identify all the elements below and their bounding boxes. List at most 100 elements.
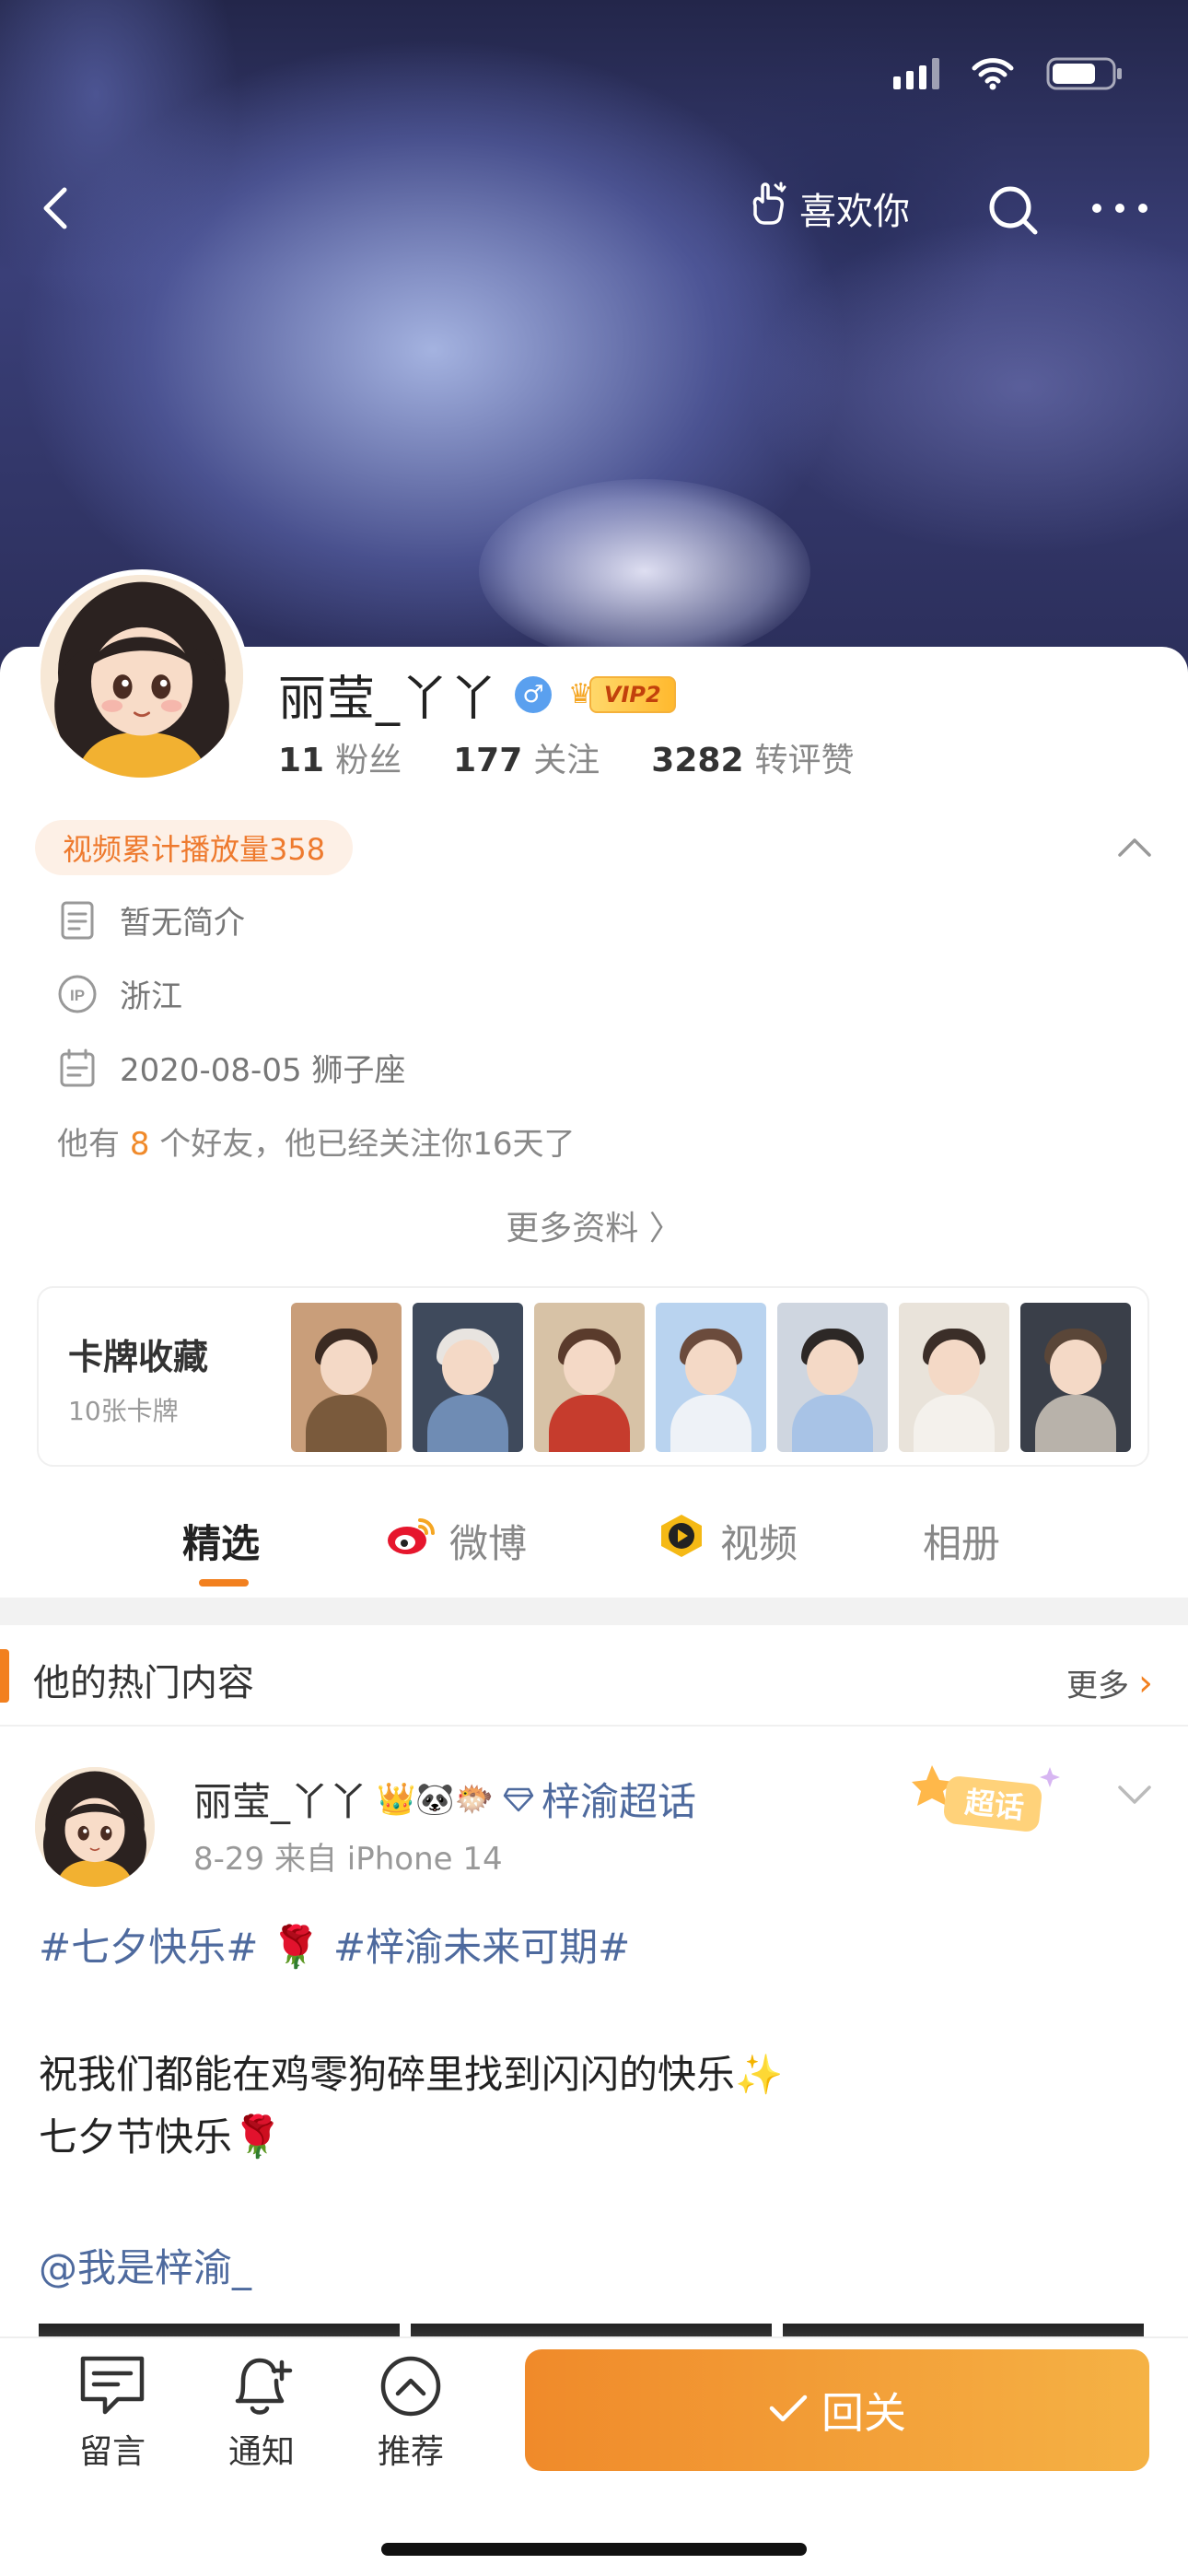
thumb-body [306,1395,387,1452]
hot-content-more-link[interactable]: 更多 › [1066,1660,1153,1705]
thumb-face [685,1340,737,1395]
super-topic-link[interactable]: 梓渝超话 [503,1771,696,1827]
post-author-name[interactable]: 丽莹_丫丫 [193,1771,367,1827]
stat-interactions[interactable]: 3282 转评赞 [651,733,854,781]
thumb-body [1035,1395,1116,1452]
follow-back-label: 回关 [821,2388,906,2438]
top-nav-bar: 喜欢你 [0,175,1188,241]
video-play-count-badge[interactable]: 视频累计播放量358 [35,820,354,875]
ip-icon: IP [57,974,98,1014]
bottom-toolbar: 留言 通知 推荐 回关 [0,2336,1188,2576]
stat-label: 粉丝 [335,742,402,779]
vip-badge[interactable]: ♛ VIP2 [568,675,676,713]
more-icon[interactable] [1092,188,1147,228]
hot-content-title: 他的热门内容 [33,1662,254,1704]
section-accent-bar [0,1649,9,1703]
banner-sheen [479,479,810,663]
search-icon[interactable] [985,182,1041,238]
document-icon [57,900,98,941]
birthday-row: 2020-08-05 狮子座 [57,1045,405,1090]
wifi-icon [971,57,1015,90]
battery-icon [1046,55,1124,92]
stat-followers[interactable]: 11 粉丝 [278,733,402,781]
notify-button[interactable]: 通知 [206,2353,317,2473]
tab-weibo[interactable]: 微博 [385,1504,527,1577]
friends-count: 8 [129,1126,150,1163]
hashtag-link[interactable]: #七夕快乐# [39,1925,258,1970]
more-info-link[interactable]: 更多资料 〉 [0,1201,1188,1249]
card-thumbnail[interactable] [534,1303,645,1452]
status-bar [893,55,1124,92]
thumb-body [914,1395,995,1452]
signal-icon [893,58,939,89]
notify-label: 通知 [227,2433,295,2471]
post-line-2-text: 七夕节快乐 [39,2114,233,2160]
like-you-label: 喜欢你 [799,191,910,233]
thumb-face [807,1340,858,1395]
profile-stats: 11 粉丝 177 关注 3282 转评赞 [278,733,855,781]
card-thumbnail[interactable] [291,1303,402,1452]
friends-prefix: 他有 [57,1126,120,1163]
tab-featured[interactable]: 精选 [182,1504,260,1577]
card-thumbnail[interactable] [777,1303,888,1452]
avatar[interactable] [35,569,249,783]
thumb-face [928,1340,980,1395]
card-collection-title: 卡牌收藏 [68,1337,209,1377]
thumb-face [442,1340,494,1395]
post-author-row: 丽莹_丫丫 👑🐼🐡 梓渝超话 [193,1771,696,1827]
stat-value: 11 [278,742,325,779]
card-collection[interactable]: 卡牌收藏 10张卡牌 [37,1286,1149,1467]
message-label: 留言 [78,2433,146,2471]
card-thumbnail[interactable] [1020,1303,1131,1452]
birthday-text: 2020-08-05 狮子座 [120,1052,406,1089]
fan-badges: 👑🐼🐡 [377,1780,495,1818]
section-divider [0,1598,1188,1625]
thumb-body [427,1395,508,1452]
stat-label: 转评赞 [754,742,855,779]
recommend-icon [376,2353,446,2419]
friends-suffix: 个好友，他已经关注你16天了 [159,1126,576,1163]
recommend-button[interactable]: 推荐 [355,2353,466,2473]
banner-shape [0,0,239,313]
bio-text: 暂无简介 [120,905,245,942]
message-icon [77,2353,147,2419]
profile-tabs: 精选 微博 视频 相册 [0,1504,1188,1592]
home-indicator[interactable] [381,2543,807,2556]
follow-back-button[interactable]: 回关 [525,2349,1149,2471]
chevron-right-icon: › [1138,1661,1153,1704]
post-tags-line: #七夕快乐# 🌹 #梓渝未来可期# [39,1916,630,1973]
vip-level: VIP2 [588,675,676,713]
tab-album[interactable]: 相册 [923,1504,1000,1577]
avatar-illustration [41,575,243,778]
tab-video[interactable]: 视频 [656,1504,798,1577]
card-thumbnail[interactable] [899,1303,1009,1452]
post-author-avatar[interactable] [35,1767,155,1887]
ip-location-row: IP 浙江 [57,971,182,1016]
stat-following[interactable]: 177 关注 [453,733,600,781]
tab-label: 精选 [182,1520,261,1566]
profile-name-row: 丽莹_丫丫 ♂ ♛ VIP2 [278,660,676,729]
mutual-friends-text[interactable]: 他有 8 个好友，他已经关注你16天了 [57,1118,576,1164]
like-you-button[interactable]: 喜欢你 [748,175,910,241]
post-line-2: 七夕节快乐🌹 [39,2106,283,2162]
recommend-label: 推荐 [377,2433,444,2471]
message-button[interactable]: 留言 [57,2353,168,2473]
male-gender-icon: ♂ [515,675,553,713]
post-line-1: 祝我们都能在鸡零狗碎里找到闪闪的快乐✨ [39,2043,783,2100]
hashtag-link[interactable]: #梓渝未来可期# [333,1925,630,1970]
back-icon[interactable] [31,182,83,234]
weibo-icon [385,1515,437,1566]
mention-link[interactable]: @我是梓渝_ [39,2245,251,2290]
tab-label: 相册 [923,1520,1001,1566]
thumb-face [320,1340,372,1395]
chevron-up-icon[interactable] [1116,835,1153,859]
card-thumbnail[interactable] [413,1303,523,1452]
sparkles-emoji-icon: ✨ [735,2052,784,2097]
super-topic-badge-label: 超话 [963,1785,1026,1825]
thumb-face [564,1340,615,1395]
ip-location-text: 浙江 [120,978,182,1015]
active-tab-indicator [199,1579,249,1587]
card-thumbnail[interactable] [656,1303,766,1452]
chevron-down-icon[interactable] [1116,1784,1153,1808]
avatar-illustration [35,1767,155,1887]
